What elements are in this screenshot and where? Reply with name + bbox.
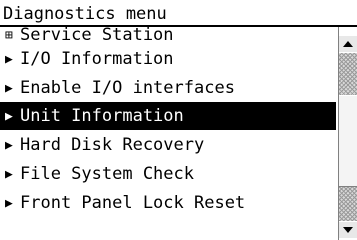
menu-item-label: Service Station — [20, 27, 174, 45]
scroll-track[interactable] — [339, 53, 357, 221]
expand-box-icon: ⊞ — [5, 27, 13, 43]
menu-item-unit-information[interactable]: ▶ Unit Information — [0, 102, 336, 130]
menu-title: Diagnostics menu — [3, 4, 167, 24]
scroll-down-button[interactable] — [339, 222, 357, 238]
menu-item-io-information[interactable]: ▶ I/O Information — [0, 45, 336, 73]
menu-item-hard-disk-recovery[interactable]: ▶ Hard Disk Recovery — [0, 131, 336, 159]
arrow-right-icon: ▶ — [5, 108, 13, 124]
menu-item-label: Unit Information — [20, 106, 184, 126]
arrow-right-icon: ▶ — [5, 80, 13, 96]
arrow-right-icon: ▶ — [5, 195, 13, 211]
menu-item-label: Hard Disk Recovery — [20, 135, 205, 155]
menu-item-label: File System Check — [20, 164, 194, 184]
scroll-thumb[interactable] — [339, 95, 357, 187]
menu-item-enable-io-interfaces[interactable]: ▶ Enable I/O interfaces — [0, 74, 336, 102]
scroll-up-button[interactable] — [339, 36, 357, 52]
arrow-right-icon: ▶ — [5, 51, 13, 67]
arrow-right-icon: ▶ — [5, 137, 13, 153]
scrollbar[interactable] — [338, 27, 357, 240]
arrow-down-icon — [343, 227, 353, 233]
arrow-up-icon — [343, 41, 353, 47]
menu-item-label: I/O Information — [20, 49, 174, 69]
menu-list: ⊞ Service Station ▶ I/O Information ▶ En… — [0, 27, 336, 240]
menu-item-label: Front Panel Lock Reset — [20, 193, 246, 213]
menu-item-file-system-check[interactable]: ▶ File System Check — [0, 160, 336, 188]
arrow-right-icon: ▶ — [5, 166, 13, 182]
menu-item-label: Enable I/O interfaces — [20, 78, 235, 98]
menu-item-front-panel-lock-reset[interactable]: ▶ Front Panel Lock Reset — [0, 189, 336, 217]
